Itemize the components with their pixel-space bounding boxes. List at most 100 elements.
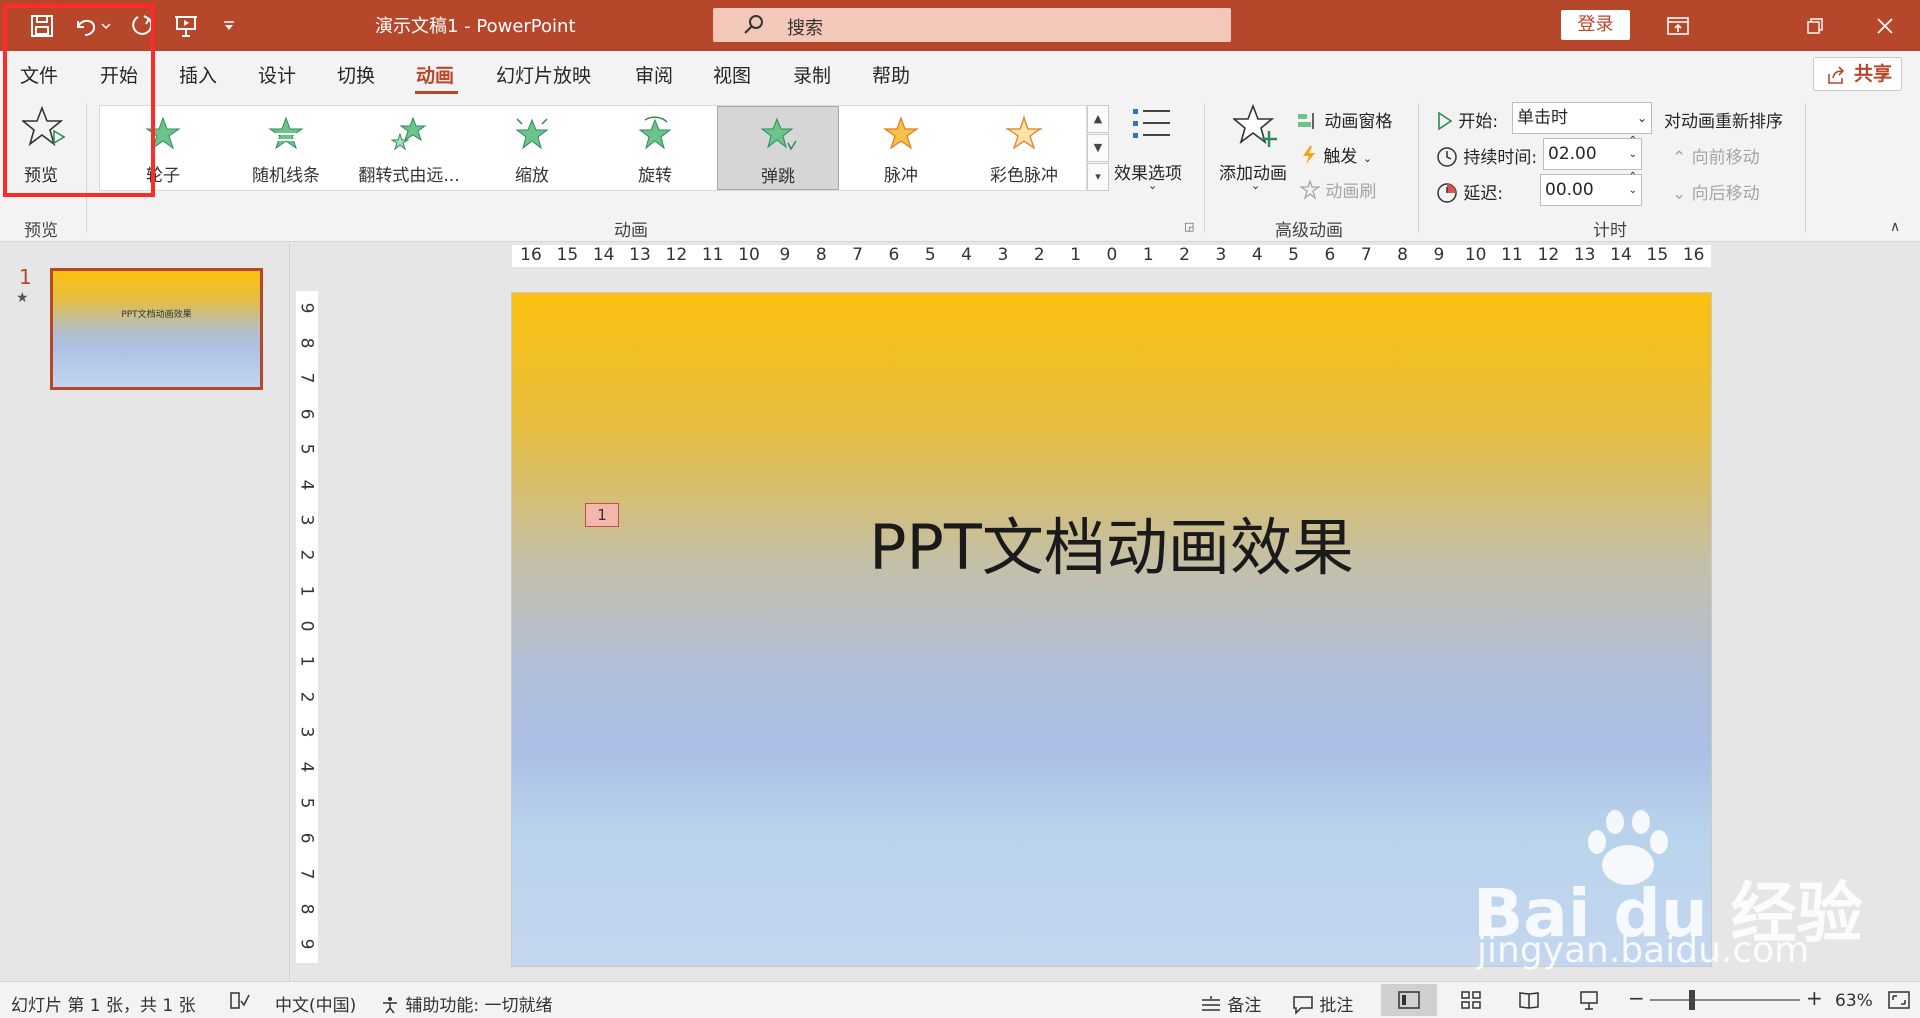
slide-thumbnail[interactable]: PPT文档动画效果 (50, 268, 263, 390)
preview-label: 预览 (24, 166, 58, 186)
slideshow-view-icon[interactable] (1578, 990, 1600, 1015)
tab-design[interactable]: 设计 (258, 61, 296, 88)
animation-label: 弹跳 (761, 167, 795, 187)
collapse-ribbon-icon[interactable]: ∧ (1890, 219, 1900, 235)
start-select[interactable]: 单击时 ⌄ (1512, 102, 1652, 134)
tab-transitions[interactable]: 切换 (337, 61, 375, 88)
animation-painter-icon (1298, 178, 1322, 200)
save-icon[interactable] (20, 0, 64, 51)
zoom-slider-track[interactable] (1650, 999, 1800, 1001)
gallery-scroll-up-button[interactable]: ▲ (1087, 105, 1109, 133)
redo-icon[interactable] (120, 0, 164, 51)
animation-bounce[interactable]: 弹跳 (717, 106, 839, 190)
tab-review[interactable]: 审阅 (635, 61, 673, 88)
move-later-button[interactable]: ⌄ 向后移动 (1672, 179, 1760, 204)
grow-turn-star-icon (391, 116, 427, 151)
spellcheck-icon[interactable] (228, 991, 250, 1016)
tab-record[interactable]: 录制 (793, 61, 831, 88)
spinner-icon[interactable]: ⌃ ⌄ (1629, 134, 1637, 162)
animation-pulse[interactable]: 脉冲 (840, 106, 962, 190)
duration-label: 持续时间: (1463, 148, 1538, 168)
reading-view-icon[interactable] (1518, 990, 1540, 1015)
baidu-watermark: Bai du 经验 jingyan.baidu.com (1473, 810, 1873, 980)
duration-value: 02.00 (1548, 144, 1597, 164)
undo-dropdown-icon[interactable] (96, 0, 116, 51)
normal-view-button[interactable] (1381, 984, 1437, 1016)
fit-to-window-icon[interactable] (1888, 990, 1910, 1015)
animation-label: 轮子 (146, 166, 180, 186)
language-status[interactable]: 中文(中国) (275, 991, 356, 1016)
tab-animations[interactable]: 动画 (416, 61, 454, 88)
ruler-tick-label: 8 (1397, 245, 1408, 265)
animation-wheel[interactable]: 轮子 (102, 106, 224, 190)
add-animation-star-icon (1233, 103, 1277, 147)
animation-swivel[interactable]: 旋转 (594, 106, 716, 190)
accessibility-status[interactable]: 辅助功能: 一切就绪 (380, 991, 553, 1016)
animation-gallery: 轮子 随机线条 翻转式由远... 缩放 旋转 弹跳 脉冲 彩色脉冲 (99, 105, 1087, 191)
animation-pane-label: 动画窗格 (1324, 112, 1393, 132)
animation-zoom[interactable]: 缩放 (471, 106, 593, 190)
chevron-down-icon: ⌄ (1636, 111, 1647, 125)
duration-input[interactable]: 02.00 ⌃ ⌄ (1543, 135, 1642, 170)
ruler-tick-label: 5 (924, 245, 936, 265)
spinner-icon[interactable]: ⌃ ⌄ (1629, 170, 1637, 198)
zoom-level[interactable]: 63% (1835, 991, 1873, 1011)
gallery-more-button[interactable]: ▾ (1087, 163, 1109, 191)
ruler-tick-label: 9 (779, 245, 791, 265)
ruler-tick-label: 15 (556, 245, 579, 265)
animation-painter-button[interactable]: 动画刷 (1298, 177, 1376, 202)
ruler-tick-label: 5 (296, 443, 317, 455)
ruler-tick-label: 6 (888, 245, 900, 265)
slide-title[interactable]: PPT文档动画效果 (512, 497, 1711, 587)
move-earlier-button[interactable]: ⌃ 向前移动 (1672, 143, 1760, 168)
tab-slideshow[interactable]: 幻灯片放映 (496, 61, 591, 88)
restore-window-icon[interactable] (1780, 0, 1850, 51)
ruler-tick-label: 7 (852, 245, 863, 265)
search-input[interactable]: 搜索 (713, 8, 1231, 42)
zoom-in-button[interactable]: + (1806, 986, 1823, 1010)
tab-view[interactable]: 视图 (713, 61, 751, 88)
login-button[interactable]: 登录 (1561, 10, 1630, 40)
trigger-button[interactable]: 触发 ⌄ (1300, 142, 1372, 167)
share-button[interactable]: 共享 (1813, 57, 1902, 91)
preview-group-label: 预览 (24, 221, 58, 241)
animations-group-label: 动画 (614, 221, 648, 241)
trigger-label: 触发 (1323, 147, 1358, 167)
gallery-scroll-down-button[interactable]: ▼ (1087, 134, 1109, 162)
zoom-slider-thumb[interactable] (1689, 990, 1695, 1010)
customize-toolbar-icon[interactable] (207, 0, 251, 51)
close-window-icon[interactable] (1850, 0, 1920, 51)
animation-label: 随机线条 (252, 166, 320, 186)
tab-help[interactable]: 帮助 (872, 61, 910, 88)
animation-grow-turn[interactable]: 翻转式由远... (348, 106, 470, 190)
delay-input[interactable]: 00.00 ⌃ ⌄ (1540, 171, 1642, 206)
ruler-tick-label: 7 (296, 868, 317, 879)
effect-options-button[interactable]: 效果选项 ⌄ (1112, 101, 1194, 197)
preview-button[interactable]: 预览 (14, 103, 74, 193)
zoom-out-button[interactable]: − (1628, 986, 1645, 1010)
ruler-tick-label: 2 (296, 549, 317, 561)
tab-file[interactable]: 文件 (20, 61, 58, 88)
ruler-tick-label: 8 (296, 903, 317, 915)
effect-options-icon (1133, 109, 1170, 138)
ruler-tick-label: 9 (296, 302, 317, 314)
dialog-launcher-icon[interactable]: ◲ (1184, 220, 1196, 233)
animation-pane-button[interactable]: 动画窗格 (1297, 107, 1392, 132)
ruler-tick-label: 2 (296, 691, 317, 703)
color-pulse-star-icon (1006, 116, 1042, 150)
animation-pane-icon (1298, 113, 1314, 129)
add-animation-button[interactable]: 添加动画 ⌄ (1215, 101, 1295, 197)
ribbon-display-options-icon[interactable] (1643, 0, 1713, 51)
animation-random-bars[interactable]: 随机线条 (225, 106, 347, 190)
notes-button[interactable]: 备注 (1200, 991, 1261, 1016)
ruler-tick-label: 1 (1070, 245, 1081, 265)
tab-home[interactable]: 开始 (100, 61, 138, 88)
present-from-start-icon[interactable] (164, 0, 208, 51)
notes-icon (1202, 996, 1220, 1011)
animation-indicator-icon: ★ (16, 290, 29, 306)
comment-icon (1293, 996, 1313, 1015)
slide-sorter-icon[interactable] (1460, 990, 1482, 1015)
animation-color-pulse[interactable]: 彩色脉冲 (963, 106, 1085, 190)
comments-button[interactable]: 批注 (1292, 991, 1353, 1016)
tab-insert[interactable]: 插入 (179, 61, 217, 88)
